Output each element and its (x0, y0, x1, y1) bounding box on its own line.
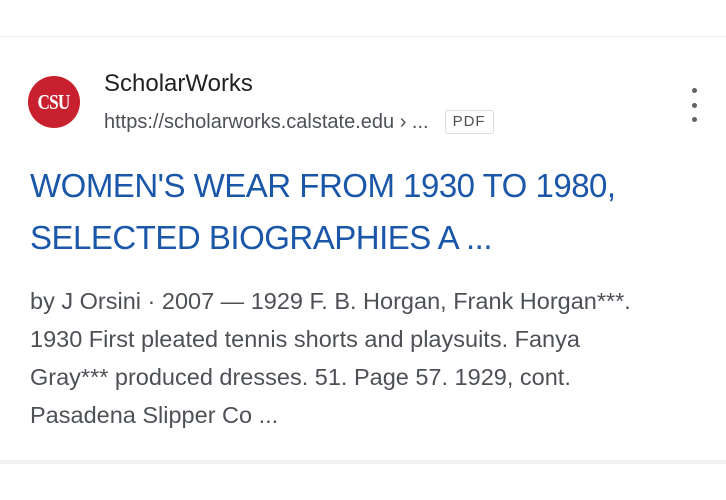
top-divider (0, 36, 726, 37)
result-title-line-2: SELECTED BIOGRAPHIES A ... (30, 219, 493, 256)
more-vert-icon (691, 88, 697, 93)
favicon-logo-text: CSU (37, 89, 71, 114)
more-options-button[interactable] (680, 88, 708, 122)
site-name[interactable]: ScholarWorks (104, 70, 253, 98)
more-vert-icon-dot-3 (691, 117, 697, 122)
search-results-page: CSU ScholarWorks https://scholarworks.ca… (0, 0, 726, 500)
snippet-line-2: 1930 First pleated tennis shorts and pla… (30, 326, 580, 352)
snippet-line-1: by J Orsini · 2007 — 1929 F. B. Horgan, … (30, 288, 631, 314)
url-row: https://scholarworks.calstate.edu › ... … (104, 110, 494, 134)
snippet-line-4: Pasadena Slipper Co ... (30, 402, 279, 428)
result-url[interactable]: https://scholarworks.calstate.edu › ... (104, 111, 429, 134)
result-title-line-1: WOMEN'S WEAR FROM 1930 TO 1980, (30, 167, 616, 204)
file-type-badge: PDF (444, 110, 494, 134)
result-snippet: by J Orsini · 2007 — 1929 F. B. Horgan, … (30, 282, 710, 434)
snippet-line-3: Gray*** produced dresses. 51. Page 57. 1… (30, 364, 571, 390)
result-title-link[interactable]: WOMEN'S WEAR FROM 1930 TO 1980, SELECTED… (30, 160, 710, 264)
site-favicon[interactable]: CSU (28, 76, 80, 128)
bottom-divider (0, 460, 726, 464)
more-vert-icon-dot-2 (691, 102, 697, 108)
